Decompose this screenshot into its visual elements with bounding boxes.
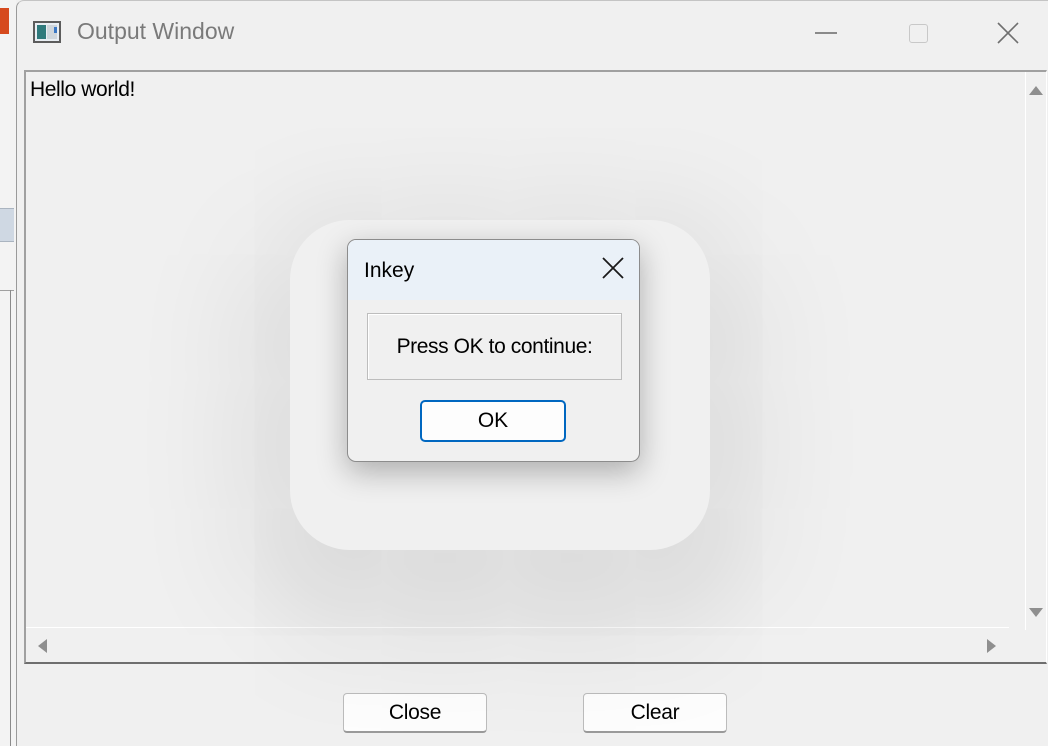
dialog-message-box: Press OK to continue:: [367, 313, 622, 380]
minimize-button[interactable]: [780, 1, 872, 65]
desktop: Output Window Hello world! Close Clear I…: [0, 0, 1048, 746]
close-icon: [602, 257, 624, 279]
maximize-button: [872, 1, 964, 65]
scroll-left-icon[interactable]: [38, 639, 47, 653]
horizontal-scrollbar[interactable]: [26, 627, 1009, 662]
dialog-title-bar[interactable]: Inkey: [348, 240, 639, 300]
minimize-icon: [815, 32, 837, 34]
app-window-icon: [33, 21, 61, 43]
background-app-divider: [0, 290, 14, 291]
background-app: [0, 0, 16, 746]
output-text: Hello world!: [30, 78, 135, 101]
background-app-icon: [0, 8, 9, 34]
background-app-tab: [0, 208, 14, 242]
title-bar[interactable]: Output Window: [17, 1, 1048, 65]
maximize-icon: [908, 23, 928, 43]
close-button[interactable]: Close: [343, 693, 487, 733]
window-title: Output Window: [77, 18, 235, 44]
dialog-message: Press OK to continue:: [396, 334, 593, 358]
dialog-title: Inkey: [364, 259, 415, 282]
scroll-up-icon[interactable]: [1029, 86, 1043, 95]
inkey-dialog: Inkey Press OK to continue: OK: [347, 239, 640, 462]
scroll-right-icon[interactable]: [987, 639, 996, 653]
vertical-scrollbar[interactable]: [1025, 72, 1046, 630]
dialog-close-button[interactable]: [593, 248, 633, 288]
scroll-down-icon[interactable]: [1029, 608, 1043, 617]
close-icon: [997, 22, 1019, 44]
background-app-divider: [10, 290, 11, 746]
window-close-button[interactable]: [962, 1, 1048, 65]
scrollbar-corner: [1026, 628, 1046, 662]
ok-button[interactable]: OK: [420, 400, 566, 442]
clear-button[interactable]: Clear: [583, 693, 727, 733]
